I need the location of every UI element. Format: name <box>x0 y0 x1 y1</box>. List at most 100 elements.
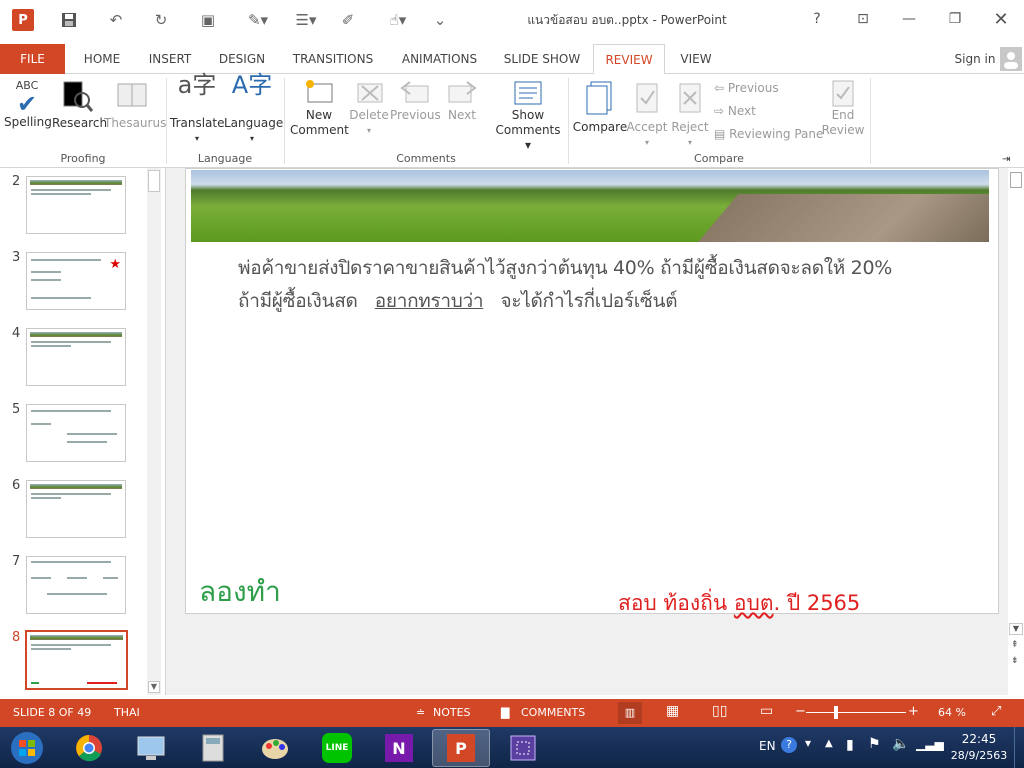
fit-to-window-icon[interactable]: ⤢ <box>991 704 1001 719</box>
tab-review[interactable]: REVIEW <box>593 44 665 75</box>
restore-icon[interactable]: ❐ <box>932 0 978 38</box>
reject-button[interactable]: Reject ▾ <box>670 78 710 150</box>
user-avatar-icon[interactable] <box>1000 47 1022 71</box>
previous-comment-icon <box>390 78 440 108</box>
remote-desktop-icon[interactable] <box>122 729 180 767</box>
previous-slide-icon[interactable]: ⇞ <box>1011 640 1019 650</box>
thumbnail-number: 7 <box>12 554 21 569</box>
reading-view-icon[interactable]: ▯▯ <box>712 703 727 719</box>
language-indicator[interactable]: THAI <box>114 706 140 719</box>
zoom-in-icon[interactable]: + <box>908 704 919 719</box>
slide-thumbnail-3[interactable]: ★ <box>26 252 126 310</box>
onenote-icon[interactable]: N <box>370 729 428 767</box>
ribbon-display-options-icon[interactable]: ⊡ <box>840 0 886 38</box>
notes-button[interactable]: NOTES <box>433 706 471 719</box>
group-language-label: Language <box>197 152 253 165</box>
clock-date[interactable]: 28/9/2563 <box>946 749 1012 762</box>
previous-change-button[interactable]: ⇦ Previous <box>714 81 779 96</box>
tab-view[interactable]: VIEW <box>674 44 718 74</box>
language-bar-options-icon[interactable]: ▾ <box>805 736 811 750</box>
tab-file[interactable]: FILE <box>0 44 65 74</box>
thumbnail-scrollbar[interactable]: ▼ <box>147 168 161 695</box>
slide-thumbnail-5[interactable] <box>26 404 126 462</box>
sign-in-link[interactable]: Sign in <box>950 44 1000 74</box>
normal-view-icon[interactable]: ▥ <box>618 702 642 724</box>
translate-button[interactable]: a字 Translate ▾ <box>170 73 225 146</box>
comments-icon[interactable]: ▇ <box>501 706 509 719</box>
group-proofing-label: Proofing <box>60 152 106 165</box>
slide-thumbnail-6[interactable] <box>26 480 126 538</box>
end-review-icon <box>820 78 866 108</box>
question-line-2: ถ้ามีผู้ซื้อเงินสด อยากทราบว่า จะได้กำไร… <box>238 286 678 316</box>
network-signal-icon[interactable]: ▁▃▅ <box>916 737 944 751</box>
line-app-icon[interactable]: LINE <box>308 729 366 767</box>
show-desktop-button[interactable] <box>1014 727 1024 768</box>
slide-thumbnail-8[interactable] <box>25 630 128 690</box>
new-comment-button[interactable]: New Comment <box>290 78 349 138</box>
calculator-icon[interactable] <box>184 729 242 767</box>
pin-ribbon-icon[interactable]: ⇥ <box>1002 152 1010 167</box>
scrollbar-thumb[interactable] <box>148 170 160 192</box>
comments-button[interactable]: COMMENTS <box>521 706 585 719</box>
show-hidden-icons-icon[interactable]: ▲ <box>825 738 833 749</box>
exam-footer-part-3: . ปี 2565 <box>773 591 861 615</box>
scroll-down-icon[interactable]: ▼ <box>1009 623 1023 635</box>
tab-home[interactable]: HOME <box>75 44 129 74</box>
action-center-flag-icon[interactable]: ⚑ <box>868 736 881 752</box>
volume-icon[interactable]: 🔈 <box>892 736 909 752</box>
tab-insert[interactable]: INSERT <box>142 44 198 74</box>
tab-slide-show[interactable]: SLIDE SHOW <box>500 44 584 74</box>
language-icon: A字 <box>231 71 273 99</box>
group-compare-label: Compare <box>694 152 744 165</box>
slide-sorter-icon[interactable]: ▦ <box>666 703 679 719</box>
close-icon[interactable]: ✕ <box>978 0 1024 38</box>
language-label: Language <box>224 116 284 130</box>
previous-comment-button[interactable]: Previous <box>390 78 441 123</box>
wooden-walkway-graphic <box>679 194 989 242</box>
delete-comment-button[interactable]: Delete ▾ <box>346 78 392 138</box>
slide-show-icon[interactable]: ▭ <box>760 703 773 719</box>
thesaurus-button[interactable]: Thesaurus <box>104 78 166 131</box>
start-button-icon[interactable] <box>2 729 52 767</box>
paint-icon[interactable] <box>246 729 304 767</box>
battery-icon[interactable]: ▮ <box>846 737 854 753</box>
end-review-button[interactable]: End Review <box>820 78 866 138</box>
slide-scrollbar[interactable]: ▼ ⇞ ⇟ <box>1008 168 1024 695</box>
show-comments-button[interactable]: Show Comments ▾ <box>492 78 564 153</box>
chrome-icon[interactable] <box>60 729 118 767</box>
question-line-2-part-3: จะได้กำไรกี่เปอร์เซ็นต์ <box>500 290 678 312</box>
zoom-slider-thumb[interactable] <box>834 706 838 719</box>
previous-change-label: Previous <box>727 81 779 95</box>
research-label: Research <box>52 116 108 130</box>
accept-button[interactable]: Accept ▾ <box>626 78 668 150</box>
slide-thumbnail-7[interactable] <box>26 556 126 614</box>
notes-icon[interactable]: ≐ <box>416 706 425 719</box>
zoom-slider[interactable] <box>806 712 906 713</box>
dropdown-arrow-icon: ▾ <box>366 126 371 135</box>
reviewing-pane-button[interactable]: ▤ Reviewing Pane <box>714 127 823 142</box>
tab-animations[interactable]: ANIMATIONS <box>392 44 487 74</box>
next-slide-icon[interactable]: ⇟ <box>1011 656 1019 666</box>
minimize-icon[interactable]: — <box>886 0 932 38</box>
slide-thumbnail-2[interactable] <box>26 176 126 234</box>
next-change-button[interactable]: ⇨ Next <box>714 104 756 119</box>
scrollbar-thumb[interactable] <box>1010 172 1022 188</box>
previous-comment-label: Previous <box>390 108 441 122</box>
tab-transitions[interactable]: TRANSITIONS <box>287 44 379 74</box>
scroll-down-icon[interactable]: ▼ <box>148 681 160 693</box>
spelling-button[interactable]: ABC ✔ Spelling <box>4 78 52 130</box>
tab-design[interactable]: DESIGN <box>212 44 272 74</box>
powerpoint-taskbar-icon[interactable]: P <box>432 729 490 767</box>
slide-thumbnail-4[interactable] <box>26 328 126 386</box>
zoom-out-icon[interactable]: − <box>795 704 806 719</box>
input-language-indicator[interactable]: EN <box>759 739 776 753</box>
snipping-tool-icon[interactable] <box>494 729 552 767</box>
help-icon[interactable]: ? <box>794 0 840 38</box>
research-button[interactable]: Research <box>52 78 108 131</box>
compare-button[interactable]: Compare <box>572 78 628 135</box>
language-bar-help-icon[interactable]: ? <box>781 737 797 753</box>
language-button[interactable]: A字 Language ▾ <box>224 71 284 146</box>
next-comment-button[interactable]: Next <box>440 78 484 123</box>
clock-time[interactable]: 22:45 <box>956 732 1002 746</box>
zoom-level[interactable]: 64 % <box>938 706 966 719</box>
